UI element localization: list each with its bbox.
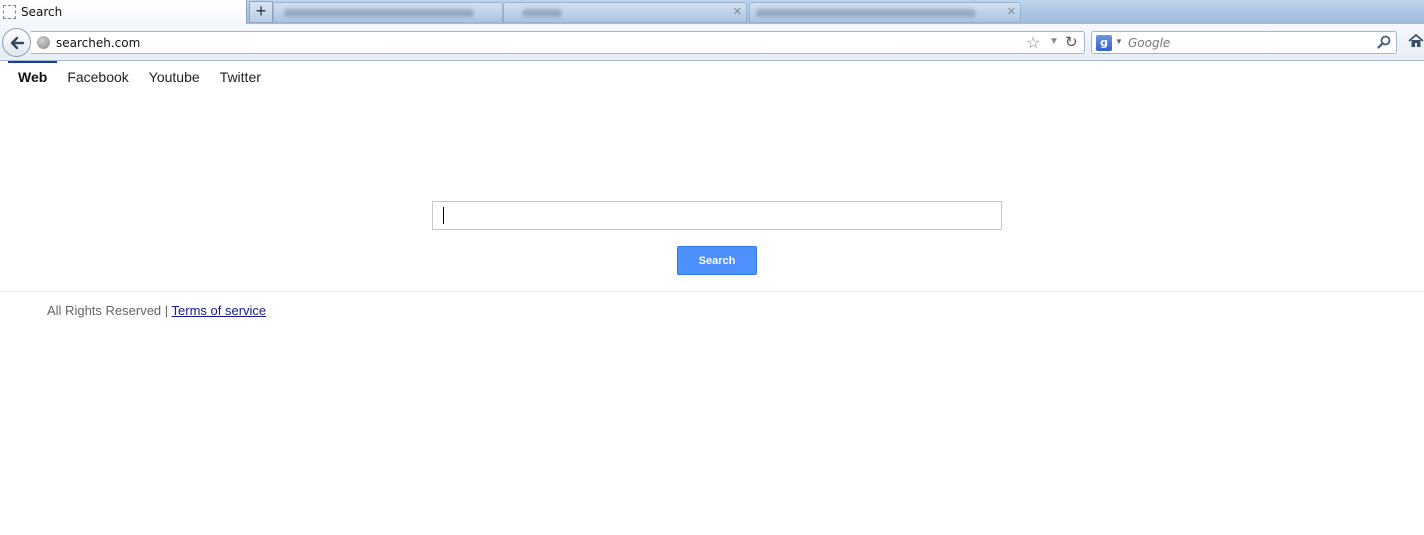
nav-web[interactable]: Web	[8, 61, 58, 93]
search-button[interactable]: Search	[677, 246, 757, 275]
browser-search-bar[interactable]: g ▼ Google	[1091, 31, 1397, 54]
tab-active[interactable]: Search	[0, 0, 247, 25]
divider	[0, 291, 1424, 292]
back-button[interactable]	[2, 28, 31, 57]
text-cursor	[443, 207, 444, 224]
blank-page-icon	[3, 5, 16, 19]
nav-facebook[interactable]: Facebook	[57, 61, 138, 93]
top-nav: Web Facebook Youtube Twitter	[8, 61, 271, 93]
tab-background[interactable]	[273, 2, 503, 23]
close-tab-icon[interactable]: ✕	[733, 5, 742, 18]
browser-search-placeholder[interactable]: Google	[1128, 36, 1170, 50]
tab-title: Search	[21, 5, 63, 19]
google-icon[interactable]: g	[1096, 35, 1112, 51]
footer-text: All Rights Reserved |	[47, 303, 172, 318]
engine-dropdown-icon[interactable]: ▼	[1115, 37, 1123, 46]
new-tab-button[interactable]: +	[249, 1, 273, 23]
tab-background[interactable]: ✕	[749, 2, 1021, 23]
url-bar[interactable]: searcheh.com ☆ ▼ ↻	[31, 31, 1085, 54]
url-text[interactable]: searcheh.com	[56, 36, 140, 50]
home-icon[interactable]	[1408, 33, 1424, 54]
navigation-bar: searcheh.com ☆ ▼ ↻ g ▼ Google	[0, 24, 1424, 61]
tab-background[interactable]: ✕	[503, 2, 747, 23]
globe-icon	[37, 36, 50, 49]
footer: All Rights Reserved | Terms of service	[47, 303, 266, 318]
terms-of-service-link[interactable]: Terms of service	[172, 303, 267, 318]
nav-youtube[interactable]: Youtube	[139, 61, 210, 93]
tab-strip: Search + ✕ ✕	[0, 0, 1424, 25]
bookmark-star-icon[interactable]: ☆	[1026, 33, 1040, 53]
search-input[interactable]	[432, 201, 1002, 230]
back-arrow-icon	[10, 36, 24, 49]
history-dropdown-icon[interactable]: ▼	[1049, 36, 1059, 47]
nav-twitter[interactable]: Twitter	[210, 61, 271, 93]
close-tab-icon[interactable]: ✕	[1007, 5, 1016, 18]
reload-icon[interactable]: ↻	[1065, 33, 1078, 51]
magnifier-icon[interactable]	[1377, 35, 1391, 54]
